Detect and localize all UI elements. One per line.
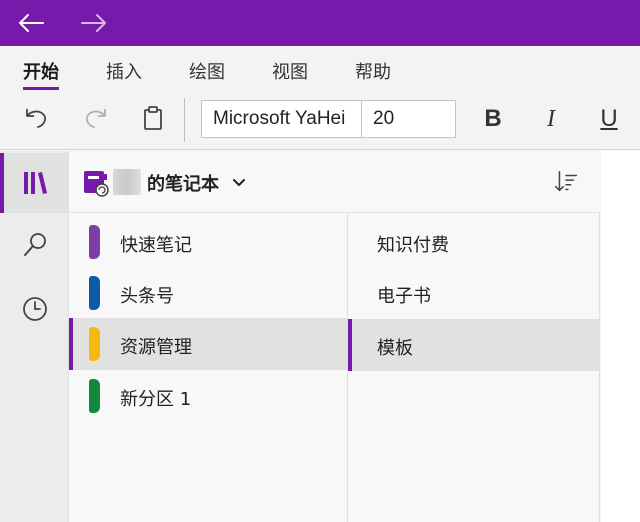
sort-button[interactable] [551,167,581,197]
section-label: 新分区 1 [120,389,192,410]
paste-button[interactable] [133,98,173,138]
page-label: 知识付费 [377,235,449,256]
navigation-rail [0,151,69,522]
section-color-tab [89,276,100,310]
notebooks-button[interactable] [0,153,69,213]
bold-button[interactable]: B [475,100,511,138]
arrow-left-icon [19,14,44,32]
section-color-tab [89,225,100,259]
tab-help[interactable]: 帮助 [355,58,391,84]
search-icon [23,233,46,256]
search-button[interactable] [0,215,69,275]
arrow-right-icon [81,14,106,32]
tab-view[interactable]: 视图 [272,58,308,84]
title-bar [0,0,640,46]
section-item[interactable]: 快速笔记 [69,216,348,268]
page-label: 电子书 [377,286,431,307]
section-color-tab [89,327,100,361]
underline-button[interactable]: U [591,100,627,138]
forward-button[interactable] [76,6,112,40]
section-color-tab [89,379,100,413]
page-item[interactable]: 知识付费 [348,216,600,268]
notebook-owner-redacted [113,169,141,195]
notebook-header[interactable]: 的笔记本 [69,151,600,213]
page-item-selected[interactable]: 模板 [348,319,600,371]
undo-icon [26,109,46,128]
undo-button[interactable] [17,98,57,138]
italic-button[interactable]: I [533,100,569,138]
font-size-field[interactable]: 20 [362,101,455,137]
notebook-title: 的笔记本 [147,174,219,195]
ribbon-tabs: 开始 插入 绘图 视图 帮助 [0,46,640,92]
notebook-icon [84,171,109,197]
font-controls: Microsoft YaHei 20 [201,100,456,138]
tab-home[interactable]: 开始 [23,58,59,90]
section-label: 资源管理 [120,337,192,358]
clipboard-icon [144,106,162,130]
toolbar-separator [184,98,185,142]
section-item[interactable]: 头条号 [69,267,348,319]
ribbon: 开始 插入 绘图 视图 帮助 Microsoft YaHei 20 B I U [0,46,640,150]
section-label: 头条号 [120,286,174,307]
note-canvas[interactable] [601,151,640,522]
recent-clock-icon [22,297,47,321]
recent-button[interactable] [0,279,69,339]
section-item[interactable]: 新分区 1 [69,370,348,422]
notebooks-icon [23,172,47,194]
redo-icon [86,109,106,128]
back-button[interactable] [13,6,49,40]
section-label: 快速笔记 [120,235,192,256]
section-item-selected[interactable]: 资源管理 [69,318,348,370]
tab-insert[interactable]: 插入 [106,58,142,84]
font-name-field[interactable]: Microsoft YaHei [202,101,362,137]
page-label: 模板 [377,338,413,359]
sort-icon [554,170,578,192]
chevron-down-icon[interactable] [231,175,247,191]
section-list: 快速笔记 头条号 资源管理 新分区 1 [69,213,348,522]
redo-button[interactable] [75,98,115,138]
page-list: 知识付费 电子书 模板 [348,213,600,522]
page-item[interactable]: 电子书 [348,267,600,319]
tab-draw[interactable]: 绘图 [189,58,225,84]
